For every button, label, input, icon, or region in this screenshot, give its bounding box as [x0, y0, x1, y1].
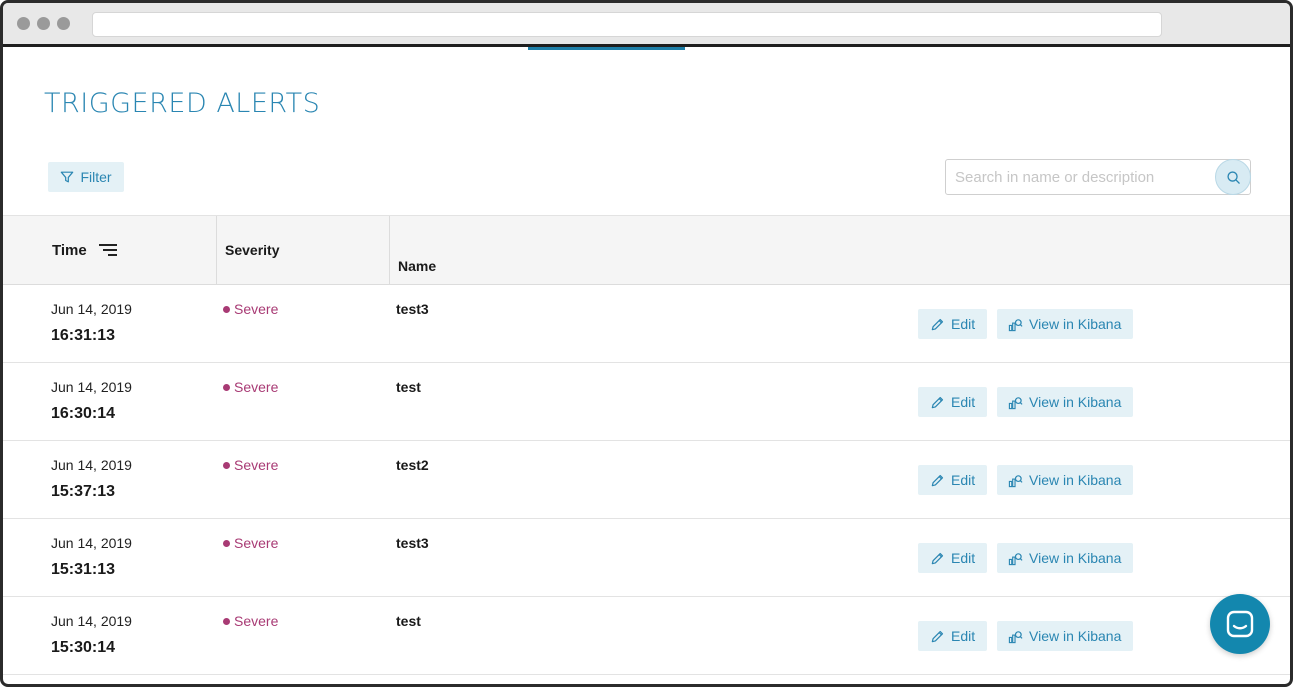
edit-button-label: Edit [951, 316, 976, 332]
severity-label: Severe [234, 379, 279, 395]
severity-badge: Severe [223, 379, 278, 395]
alert-name: test3 [396, 535, 429, 551]
severity-label: Severe [234, 457, 279, 473]
alert-date: Jun 14, 2019 [51, 535, 132, 551]
alert-name: test2 [396, 457, 429, 473]
edit-button[interactable]: Edit [918, 387, 987, 417]
edit-button-label: Edit [951, 550, 976, 566]
column-header-time-label: Time [52, 241, 87, 259]
window-maximize-dot[interactable] [57, 17, 70, 30]
severity-label: Severe [234, 613, 279, 629]
filter-icon [61, 171, 74, 183]
view-in-kibana-label: View in Kibana [1029, 550, 1122, 566]
column-divider [216, 216, 217, 284]
severity-badge: Severe [223, 535, 278, 551]
view-in-kibana-button[interactable]: View in Kibana [997, 543, 1133, 573]
column-header-severity-label: Severity [225, 242, 280, 258]
column-header-name-label: Name [398, 258, 437, 274]
pencil-icon [931, 396, 944, 408]
severity-badge: Severe [223, 613, 278, 629]
alert-time: 16:30:14 [51, 405, 116, 422]
alert-time: 15:30:14 [51, 639, 116, 656]
view-in-kibana-label: View in Kibana [1029, 472, 1122, 488]
view-in-kibana-button[interactable]: View in Kibana [997, 465, 1133, 495]
sort-icon[interactable] [98, 243, 117, 257]
table-row: Jun 14, 2019 15:37:13 Severe test2 Edit … [3, 441, 1290, 519]
window-close-dot[interactable] [17, 17, 30, 30]
alert-date: Jun 14, 2019 [51, 613, 132, 629]
severity-badge: Severe [223, 457, 278, 473]
edit-button-label: Edit [951, 472, 976, 488]
pencil-icon [931, 552, 944, 564]
search-button[interactable] [1215, 159, 1251, 195]
pencil-icon [931, 474, 944, 486]
severity-dot [223, 305, 230, 313]
severity-label: Severe [234, 535, 279, 551]
table-row: Jun 14, 2019 16:31:13 Severe test3 Edit … [3, 285, 1290, 363]
alert-time: 15:31:13 [51, 561, 116, 578]
edit-button-label: Edit [951, 394, 976, 410]
alert-date: Jun 14, 2019 [51, 301, 132, 317]
active-tab-indicator [528, 47, 685, 50]
alert-date: Jun 14, 2019 [51, 379, 132, 395]
edit-button[interactable]: Edit [918, 309, 987, 339]
search-icon [1226, 170, 1240, 184]
window-minimize-dot[interactable] [37, 17, 50, 30]
view-in-kibana-button[interactable]: View in Kibana [997, 309, 1133, 339]
kibana-icon [1008, 552, 1023, 565]
filter-button[interactable]: Filter [48, 162, 124, 192]
alert-name: test [396, 613, 421, 629]
alert-name: test3 [396, 301, 429, 317]
view-in-kibana-label: View in Kibana [1029, 628, 1122, 644]
column-header-time[interactable]: Time [52, 216, 117, 284]
filter-button-label: Filter [80, 169, 112, 185]
alert-date: Jun 14, 2019 [51, 457, 132, 473]
alert-time: 15:37:13 [51, 483, 116, 500]
edit-button-label: Edit [951, 628, 976, 644]
browser-window: TRIGGERED ALERTS Filter Time Severity [0, 0, 1293, 687]
pencil-icon [931, 630, 944, 642]
kibana-icon [1008, 630, 1023, 643]
chat-launcher-button[interactable] [1210, 594, 1270, 654]
column-header-severity[interactable]: Severity [225, 216, 279, 284]
edit-button[interactable]: Edit [918, 621, 987, 651]
view-in-kibana-button[interactable]: View in Kibana [997, 621, 1133, 651]
kibana-icon [1008, 318, 1023, 331]
severity-badge: Severe [223, 301, 278, 317]
severity-dot [223, 383, 230, 391]
table-header: Time Severity Name [3, 215, 1290, 285]
column-divider [389, 216, 390, 284]
pencil-icon [931, 318, 944, 330]
edit-button[interactable]: Edit [918, 465, 987, 495]
severity-dot [223, 539, 230, 547]
search-input[interactable] [946, 160, 1214, 194]
alert-time: 16:31:13 [51, 327, 116, 344]
severity-dot [223, 617, 230, 625]
severity-label: Severe [234, 301, 279, 317]
severity-dot [223, 461, 230, 469]
view-in-kibana-label: View in Kibana [1029, 316, 1122, 332]
table-row: Jun 14, 2019 15:31:13 Severe test3 Edit … [3, 519, 1290, 597]
browser-chrome [3, 3, 1290, 47]
table-row: Jun 14, 2019 16:30:14 Severe test Edit V… [3, 363, 1290, 441]
page-title: TRIGGERED ALERTS [44, 88, 321, 119]
address-bar[interactable] [92, 12, 1162, 37]
search-box [945, 159, 1251, 195]
table-row: Jun 14, 2019 15:30:14 Severe test Edit V… [3, 597, 1290, 675]
chat-icon [1226, 610, 1254, 638]
kibana-icon [1008, 474, 1023, 487]
kibana-icon [1008, 396, 1023, 409]
view-in-kibana-button[interactable]: View in Kibana [997, 387, 1133, 417]
alert-name: test [396, 379, 421, 395]
edit-button[interactable]: Edit [918, 543, 987, 573]
view-in-kibana-label: View in Kibana [1029, 394, 1122, 410]
